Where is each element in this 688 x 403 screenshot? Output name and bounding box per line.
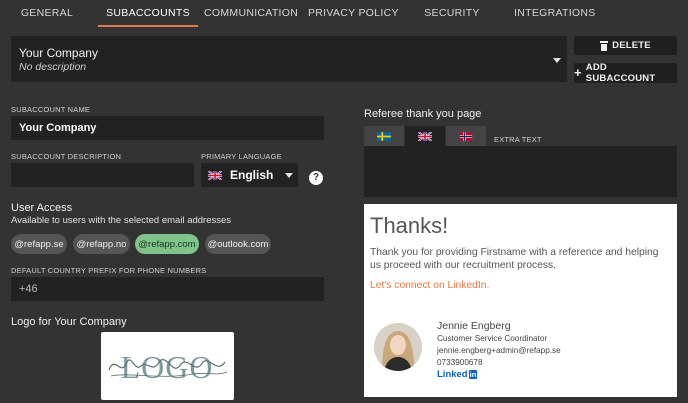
preview-title: Thanks!: [370, 213, 449, 238]
linkedin-logo-word: Linked: [437, 369, 468, 380]
flag-tab-uk[interactable]: [405, 126, 445, 146]
subaccount-description-input[interactable]: [11, 163, 194, 187]
phone-prefix-label: DEFAULT COUNTRY PREFIX FOR PHONE NUMBERS: [11, 266, 207, 275]
trash-icon: [600, 40, 609, 51]
tab-privacy-policy[interactable]: PRIVACY POLICY: [308, 0, 398, 27]
tab-subaccounts[interactable]: SUBACCOUNTS: [98, 0, 198, 27]
tab-security[interactable]: SECURITY: [420, 0, 484, 27]
logo-title: Logo for Your Company: [11, 316, 127, 328]
add-subaccount-label: ADD SUBACCOUNT: [585, 62, 656, 84]
delete-button-label: DELETE: [612, 40, 651, 51]
subaccount-name-label: SUBACCOUNT NAME: [11, 105, 91, 114]
flag-tab-norway[interactable]: [446, 126, 486, 146]
help-icon[interactable]: ?: [309, 171, 323, 185]
preview-linkedin-link[interactable]: Let's connect on LinkedIn.: [370, 280, 489, 291]
user-access-subtitle: Available to users with the selected ema…: [11, 215, 232, 226]
subaccount-name-input[interactable]: Your Company: [11, 116, 324, 140]
flag-tab-sweden[interactable]: [364, 126, 404, 146]
flag-uk-icon: [208, 170, 222, 180]
domain-chip-refapp-com[interactable]: @refapp.com: [135, 234, 199, 254]
primary-language-value: English: [230, 168, 274, 182]
logo-image: LOGO: [108, 349, 228, 385]
referee-page-title: Referee thank you page: [364, 108, 482, 120]
contact-role: Customer Service Coordinator: [437, 334, 548, 343]
svg-text:LOGO: LOGO: [121, 349, 214, 385]
subaccount-select-description: No description: [19, 61, 87, 73]
chevron-down-icon: [553, 58, 561, 63]
contact-name: Jennie Engberg: [437, 320, 511, 332]
contact-phone: 0733900678: [437, 358, 483, 367]
primary-language-label: PRIMARY LANGUAGE: [201, 152, 282, 161]
flag-sweden-icon: [377, 131, 391, 141]
subaccount-select[interactable]: Your Company No description: [11, 36, 567, 82]
linkedin-logo[interactable]: Linked in: [437, 369, 478, 380]
contact-email[interactable]: jennie.engberg+admin@refapp.se: [437, 346, 561, 355]
domain-chip-refapp-no[interactable]: @refapp.no: [73, 234, 130, 254]
subaccount-description-label: SUBACCOUNT DESCRIPTION: [11, 152, 122, 161]
settings-tabs: GENERAL SUBACCOUNTS COMMUNICATION PRIVAC…: [0, 0, 688, 27]
avatar: [374, 323, 422, 371]
primary-language-select[interactable]: English: [201, 163, 298, 187]
phone-prefix-input[interactable]: +46: [11, 277, 324, 301]
tab-integrations[interactable]: INTEGRATIONS: [514, 0, 595, 27]
chevron-down-icon: [285, 173, 293, 178]
delete-button[interactable]: DELETE: [574, 36, 677, 55]
plus-icon: +: [574, 65, 582, 80]
linkedin-icon: in: [468, 370, 478, 379]
thank-you-preview: Thanks! Thank you for providing Firstnam…: [364, 204, 677, 397]
add-subaccount-button[interactable]: + ADD SUBACCOUNT: [574, 62, 677, 84]
user-access-title: User Access: [11, 202, 73, 214]
tab-communication[interactable]: COMMUNICATION: [204, 0, 298, 27]
extra-text-label: EXTRA TEXT: [494, 135, 542, 144]
preview-body: Thank you for providing Firstname with a…: [370, 247, 659, 271]
domain-chip-refapp-se[interactable]: @refapp.se: [11, 234, 67, 254]
extra-text-input[interactable]: [364, 146, 677, 197]
logo-upload[interactable]: LOGO: [101, 332, 234, 400]
tab-general[interactable]: GENERAL: [14, 0, 80, 27]
flag-uk-icon: [418, 131, 432, 141]
subaccount-select-name: Your Company: [19, 46, 98, 60]
domain-chip-outlook-com[interactable]: @outlook.com: [205, 234, 271, 254]
flag-norway-icon: [459, 131, 473, 141]
